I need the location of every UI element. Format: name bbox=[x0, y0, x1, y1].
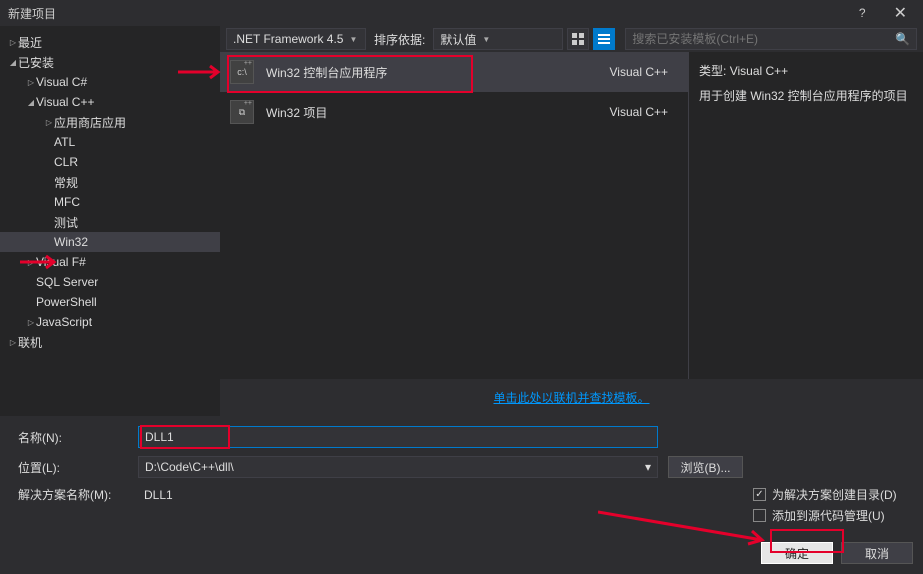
tree-appstore[interactable]: ▷应用商店应用 bbox=[0, 112, 220, 132]
search-input[interactable] bbox=[632, 32, 895, 46]
tree-win32[interactable]: Win32 bbox=[0, 232, 220, 252]
toolbar: .NET Framework 4.5▼ 排序依据: 默认值▼ 🔍 bbox=[220, 26, 923, 52]
tree-ps[interactable]: PowerShell bbox=[0, 292, 220, 312]
tree-mfc[interactable]: MFC bbox=[0, 192, 220, 212]
add-scm-checkbox[interactable]: 添加到源代码管理(U) bbox=[753, 507, 913, 524]
location-label: 位置(L): bbox=[18, 459, 128, 476]
tree-sql[interactable]: SQL Server bbox=[0, 272, 220, 292]
location-combo[interactable]: D:\Code\C++\dll\▾ bbox=[138, 456, 658, 478]
tree-vcsharp[interactable]: ▷Visual C# bbox=[0, 72, 220, 92]
name-input[interactable] bbox=[138, 426, 658, 448]
dialog-buttons: 确定 取消 bbox=[0, 536, 923, 574]
name-label: 名称(N): bbox=[18, 429, 128, 446]
template-list[interactable]: c:\ Win32 控制台应用程序 Visual C++ ⧉ Win32 项目 … bbox=[220, 52, 688, 379]
chevron-down-icon: ▾ bbox=[645, 460, 651, 474]
solution-label: 解决方案名称(M): bbox=[18, 486, 128, 503]
ok-button[interactable]: 确定 bbox=[761, 542, 833, 564]
template-icon: c:\ bbox=[230, 60, 254, 84]
close-icon[interactable]: ✕ bbox=[886, 3, 915, 23]
tree-test[interactable]: 测试 bbox=[0, 212, 220, 232]
tree-atl[interactable]: ATL bbox=[0, 132, 220, 152]
tree-installed[interactable]: ◢已安装 bbox=[0, 52, 220, 72]
checkbox-icon bbox=[753, 509, 766, 522]
category-tree[interactable]: ▷最近 ◢已安装 ▷Visual C# ◢Visual C++ ▷应用商店应用 … bbox=[0, 26, 220, 416]
tree-vfsharp[interactable]: ▷Visual F# bbox=[0, 252, 220, 272]
help-icon[interactable]: ? bbox=[859, 6, 866, 20]
search-icon: 🔍 bbox=[895, 32, 910, 46]
solution-input[interactable]: DLL1 bbox=[138, 486, 658, 508]
form-area: 名称(N): 位置(L): D:\Code\C++\dll\▾ 浏览(B)...… bbox=[0, 416, 923, 528]
description-panel: 类型: Visual C++ 用于创建 Win32 控制台应用程序的项目 bbox=[688, 52, 923, 379]
tree-clr[interactable]: CLR bbox=[0, 152, 220, 172]
chevron-down-icon: ▼ bbox=[482, 35, 490, 44]
tree-js[interactable]: ▷JavaScript bbox=[0, 312, 220, 332]
tree-online[interactable]: ▷联机 bbox=[0, 332, 220, 352]
tree-general[interactable]: 常规 bbox=[0, 172, 220, 192]
tree-recent[interactable]: ▷最近 bbox=[0, 32, 220, 52]
chevron-down-icon: ▼ bbox=[349, 35, 357, 44]
tree-vcpp[interactable]: ◢Visual C++ bbox=[0, 92, 220, 112]
checkbox-icon bbox=[753, 488, 766, 501]
desc-text: 用于创建 Win32 控制台应用程序的项目 bbox=[699, 87, 913, 104]
template-win32-project[interactable]: ⧉ Win32 项目 Visual C++ bbox=[220, 92, 688, 132]
title-bar: 新建项目 ? ✕ bbox=[0, 0, 923, 26]
online-templates-link[interactable]: 单击此处以联机并查找模板。 bbox=[220, 379, 923, 416]
view-medium-icon[interactable] bbox=[567, 28, 589, 50]
search-templates[interactable]: 🔍 bbox=[625, 28, 917, 50]
browse-button[interactable]: 浏览(B)... bbox=[668, 456, 743, 478]
dialog-title: 新建项目 bbox=[8, 5, 859, 22]
template-icon: ⧉ bbox=[230, 100, 254, 124]
sortby-label: 排序依据: bbox=[374, 31, 425, 48]
desc-type: 类型: Visual C++ bbox=[699, 62, 913, 79]
create-dir-checkbox[interactable]: 为解决方案创建目录(D) bbox=[753, 486, 913, 503]
template-win32-console[interactable]: c:\ Win32 控制台应用程序 Visual C++ bbox=[220, 52, 688, 92]
framework-combo[interactable]: .NET Framework 4.5▼ bbox=[226, 28, 366, 50]
cancel-button[interactable]: 取消 bbox=[841, 542, 913, 564]
view-list-icon[interactable] bbox=[593, 28, 615, 50]
sortby-combo[interactable]: 默认值▼ bbox=[433, 28, 563, 50]
